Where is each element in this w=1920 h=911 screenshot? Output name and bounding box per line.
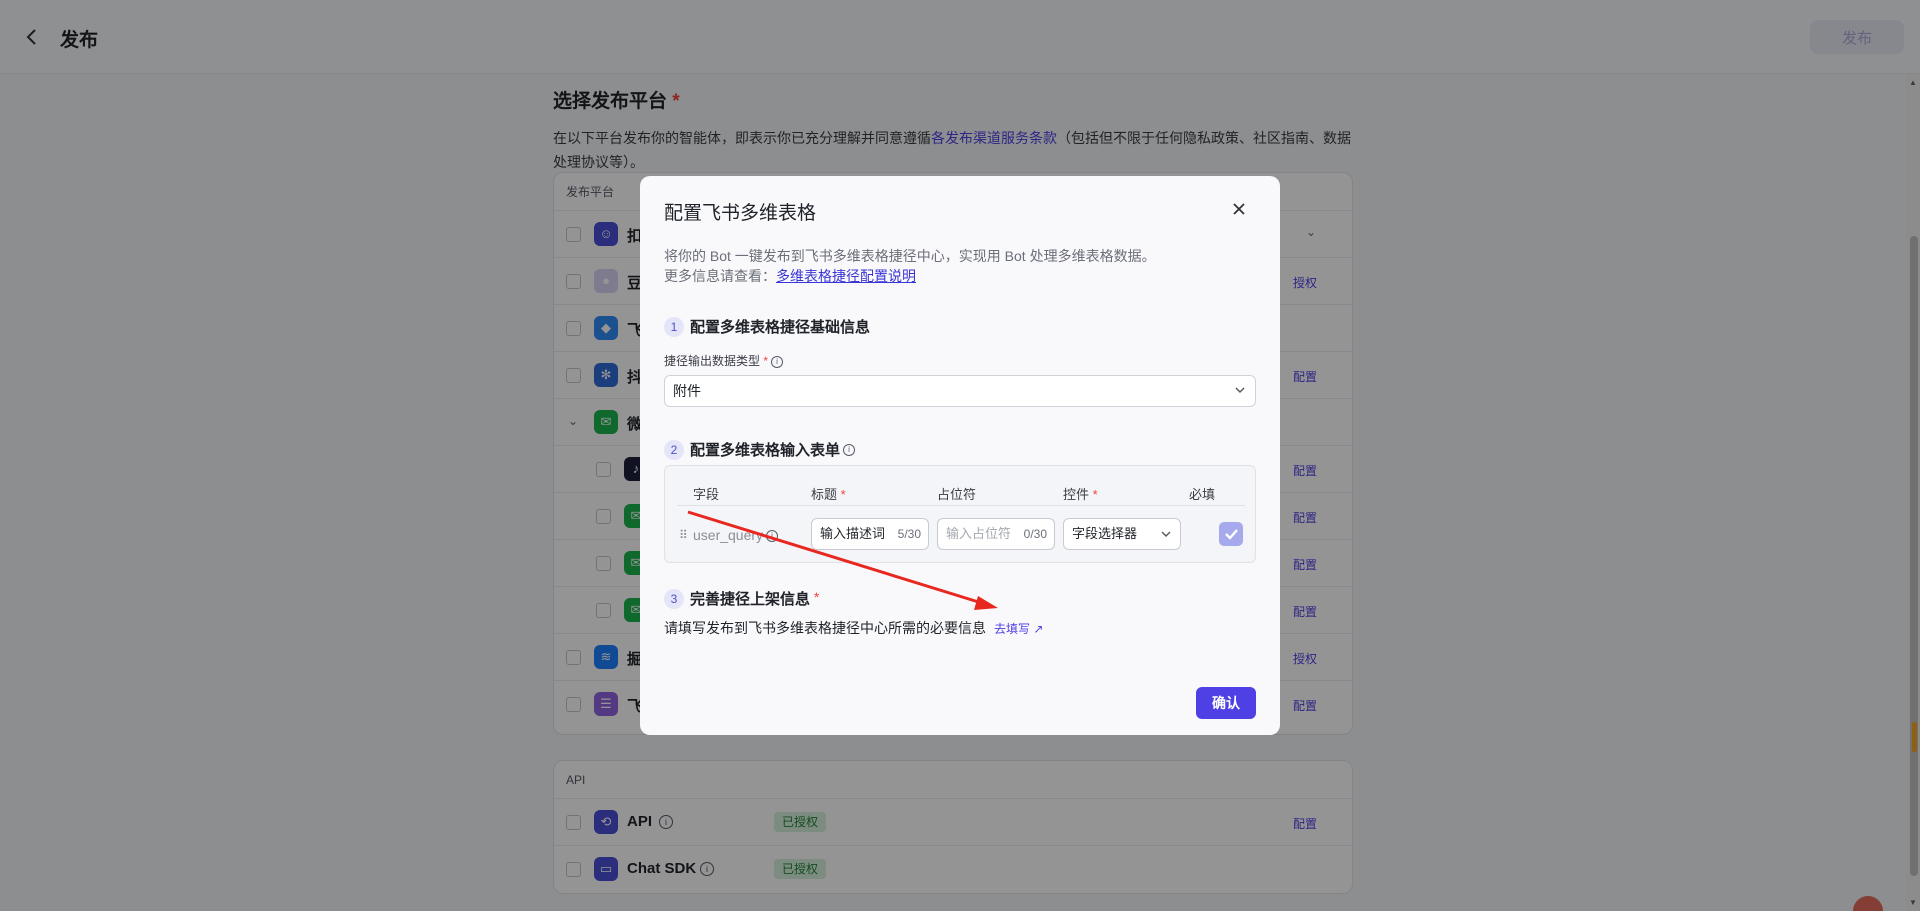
step-title: 完善捷径上架信息	[690, 591, 811, 608]
chevron-down-icon	[1161, 531, 1171, 537]
fill-in-link[interactable]: 去填写 ↗	[994, 622, 1043, 636]
output-type-label: 捷径输出数据类型 * i	[664, 352, 784, 369]
chevron-down-icon	[1235, 387, 1245, 393]
divider	[677, 505, 1245, 506]
modal-title: 配置飞书多维表格	[664, 203, 817, 224]
step3-description: 请填写发布到飞书多维表格捷径中心所需的必要信息 去填写 ↗	[664, 620, 1044, 636]
step-number: 2	[664, 439, 684, 460]
required-checkbox[interactable]	[1219, 522, 1243, 546]
input-form-table: 字段 标题 * 占位符 控件 * 必填 ⠿ user_query i 输入描述词 5…	[664, 465, 1256, 563]
close-icon[interactable]	[1230, 200, 1248, 218]
col-header-control: 控件 *	[1063, 487, 1098, 502]
field-name: user_query i	[693, 527, 779, 543]
step-number: 1	[664, 316, 684, 337]
step-title: 配置多维表格捷径基础信息	[690, 319, 871, 336]
info-icon[interactable]: i	[766, 530, 779, 543]
title-input[interactable]: 输入描述词 5/30	[811, 518, 929, 550]
info-icon[interactable]: i	[843, 443, 856, 456]
config-doc-link[interactable]: 多维表格捷径配置说明	[776, 268, 916, 284]
info-icon[interactable]: i	[771, 355, 784, 368]
col-header-required: 必填	[1189, 487, 1216, 502]
step-2: 2 配置多维表格输入表单 i	[664, 439, 856, 460]
check-icon	[1225, 529, 1238, 540]
confirm-button[interactable]: 确认	[1196, 687, 1256, 719]
char-count: 5/30	[894, 519, 921, 549]
modal-description: 将你的 Bot 一键发布到飞书多维表格捷径中心，实现用 Bot 处理多维表格数据…	[664, 248, 1156, 284]
feishu-config-modal: 配置飞书多维表格 将你的 Bot 一键发布到飞书多维表格捷径中心，实现用 Bot…	[640, 176, 1280, 735]
step-title: 配置多维表格输入表单	[690, 442, 841, 459]
drag-handle-icon[interactable]: ⠿	[679, 528, 688, 542]
step-1: 1 配置多维表格捷径基础信息	[664, 316, 870, 337]
char-count: 0/30	[1020, 519, 1047, 549]
step-3: 3 完善捷径上架信息 *	[664, 588, 819, 609]
step-number: 3	[664, 588, 684, 609]
output-type-select[interactable]: 附件	[664, 375, 1256, 407]
col-header-placeholder: 占位符	[937, 487, 977, 502]
control-value: 字段选择器	[1072, 526, 1138, 541]
control-select[interactable]: 字段选择器	[1063, 518, 1181, 550]
placeholder-input[interactable]: 输入占位符 0/30	[937, 518, 1055, 550]
col-header-field: 字段	[693, 487, 720, 502]
output-type-value: 附件	[673, 383, 701, 399]
col-header-title: 标题 *	[811, 487, 846, 502]
